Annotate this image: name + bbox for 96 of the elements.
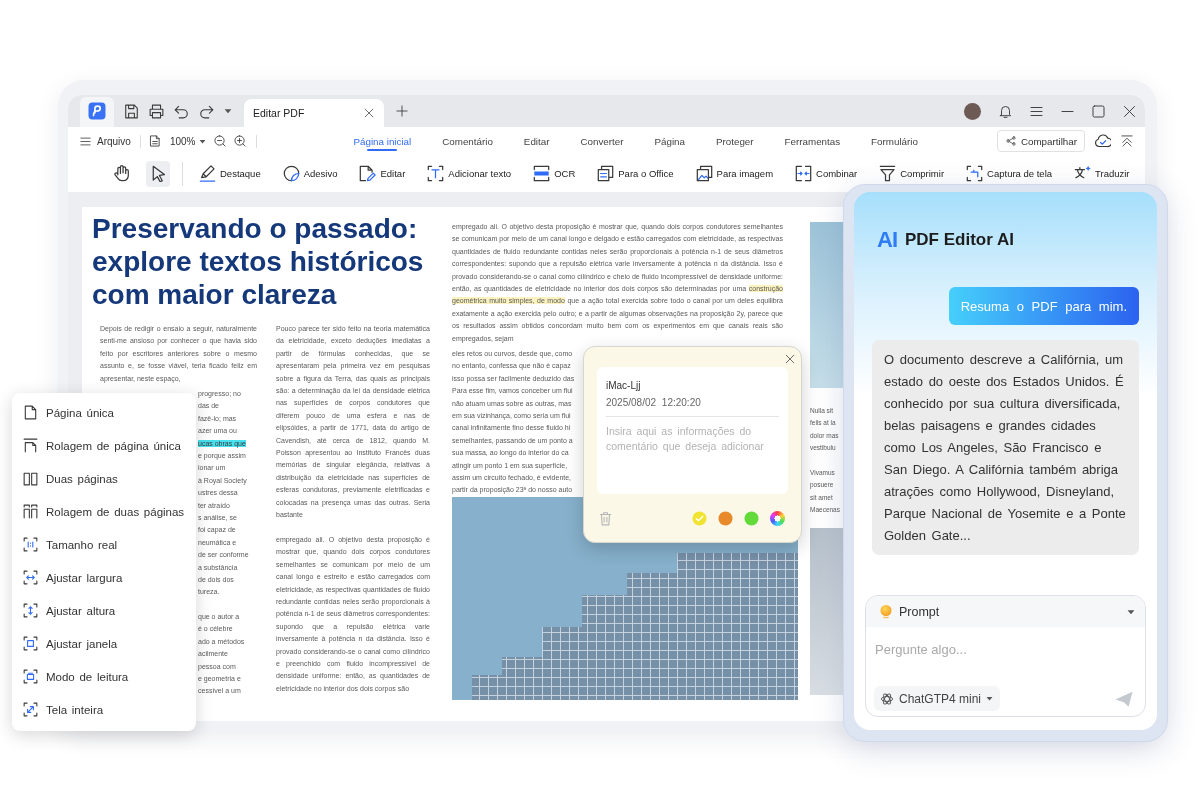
ribbon-tab[interactable]: Ferramentas	[784, 127, 841, 155]
scan-frame-icon	[533, 165, 551, 182]
menu-item[interactable]: Ajustar janela	[12, 627, 196, 660]
user-message: Resuma o PDF para mim.	[948, 287, 1139, 325]
spectrum-wheel-icon[interactable]	[770, 511, 785, 526]
bell-icon[interactable]	[999, 104, 1012, 118]
swatch-icon[interactable]	[692, 511, 707, 526]
document-tab[interactable]: Editar PDF	[244, 99, 384, 127]
menu-icon[interactable]	[1030, 104, 1043, 118]
printer-icon[interactable]	[149, 103, 164, 119]
highlighter-icon	[199, 165, 216, 182]
chevrons-up-icon[interactable]	[1121, 135, 1133, 147]
caret-icon	[986, 695, 994, 702]
ribbon-tab[interactable]: Converter	[580, 127, 624, 155]
sticker-icon	[282, 165, 300, 182]
fit-width-icon	[23, 570, 38, 585]
fit-height-icon	[23, 603, 38, 618]
image-icon	[695, 165, 713, 182]
close-icon[interactable]	[785, 354, 795, 364]
toolbar-button[interactable]: Combinar	[795, 165, 858, 182]
toolbar-button[interactable]: OCR	[533, 165, 576, 182]
caret-icon	[199, 137, 207, 145]
toolbar-button[interactable]: Adicionar texto	[427, 165, 512, 182]
fullscreen-icon	[23, 702, 38, 717]
zoom-level-dropdown[interactable]: 100%	[169, 135, 207, 147]
comment-timestamp: 2025/08/02 12:20:20	[606, 396, 702, 409]
atom-icon	[880, 691, 894, 706]
toolbar-button[interactable]: Adesivo	[282, 165, 338, 182]
text-frame-icon	[427, 165, 445, 182]
comment-field[interactable]: Insira aqui as informações do comentário que deseja adicionar	[597, 417, 788, 494]
toolbar-button[interactable]: Captura de tela	[966, 165, 1053, 182]
question-input[interactable]: Pergunte algo...	[875, 639, 1136, 659]
author-name: iMac-Ljj	[606, 379, 642, 392]
menu-item[interactable]: Tamanho real	[12, 528, 196, 561]
toolbar-button[interactable]: Editar	[359, 165, 406, 182]
toolbar-button[interactable]: Comprimir	[879, 165, 945, 182]
file-menu-button[interactable]: Arquivo	[80, 135, 131, 147]
tool-button[interactable]	[146, 160, 170, 187]
zoom-out-icon[interactable]	[214, 135, 227, 147]
toolbar-button[interactable]: Para imagem	[695, 165, 774, 182]
panel-title: PDF Editor AI	[905, 229, 1014, 251]
fit-window-icon	[23, 636, 38, 651]
document-icon[interactable]	[148, 135, 161, 147]
caret-icon	[1127, 607, 1135, 616]
close-icon[interactable]	[364, 108, 374, 118]
ribbon-tab[interactable]: Comentário	[442, 127, 493, 155]
menu-item[interactable]: Duas páginas	[12, 462, 196, 495]
scroll-page-icon	[23, 438, 38, 453]
reading-mode-icon	[23, 669, 38, 684]
share-button[interactable]: Compartilhar	[996, 130, 1085, 152]
hand-icon	[112, 165, 130, 182]
menu-item[interactable]: Rolagem de página única	[12, 429, 196, 462]
menu-item[interactable]: Ajustar altura	[12, 594, 196, 627]
share-icon	[1005, 136, 1016, 146]
avatar[interactable]	[964, 102, 981, 120]
menu-item[interactable]: Tela inteira	[12, 693, 196, 726]
menu-item[interactable]: Rolagem de duas páginas	[12, 495, 196, 528]
maximize-icon[interactable]	[1092, 104, 1105, 118]
document-pencil-icon	[359, 165, 377, 182]
pages-icon	[597, 165, 615, 182]
save-icon[interactable]	[124, 103, 139, 119]
ai-logo: AI	[877, 228, 897, 252]
plus-icon[interactable]	[396, 105, 408, 117]
ribbon-tab[interactable]: Proteger	[716, 127, 754, 155]
funnel-icon	[879, 165, 897, 182]
two-pages-icon	[23, 471, 38, 486]
menu-item[interactable]: Ajustar largura	[12, 561, 196, 594]
swatch-icon[interactable]	[744, 511, 759, 526]
menu-icon	[80, 135, 91, 147]
prompt-dropdown[interactable]: Prompt	[866, 596, 1145, 627]
scroll-two-pages-icon	[23, 504, 38, 519]
ribbon-tab[interactable]: Página	[654, 127, 685, 155]
toolbar-button[interactable]: Traduzir	[1074, 165, 1130, 182]
redo-icon[interactable]	[199, 103, 214, 119]
inward-arrows-icon	[795, 165, 813, 182]
cloud-check-icon[interactable]	[1095, 133, 1111, 149]
actual-size-icon	[23, 537, 38, 552]
document-title: Preservando o passado: explore textos históricos com maior clareza	[92, 212, 425, 311]
undo-icon[interactable]	[174, 103, 189, 119]
ribbon-tab[interactable]: Editar	[523, 127, 550, 155]
close-icon[interactable]	[1123, 104, 1136, 118]
caret-icon[interactable]	[224, 107, 232, 115]
page-icon	[23, 405, 38, 420]
ai-reply: O documento descreve a Califórnia, um estado do oeste dos Estados Unidos. É conhecido por sua cultura diversificada, belas paisagens e grandes cidades como Los Angeles, São Francisco e San Diego. A Califórnia também abriga atrações como Hollywood, Disneyland, Parque Nacional de Yosemite e a Ponte Golden Gate...	[872, 340, 1139, 555]
menu-item[interactable]: Modo de leitura	[12, 660, 196, 693]
ribbon-tab[interactable]: Página inicial	[353, 127, 412, 155]
zoom-in-icon[interactable]	[234, 135, 247, 147]
swatch-icon[interactable]	[718, 511, 733, 526]
light-bulb-icon	[880, 604, 892, 619]
app-logo-icon[interactable]	[80, 97, 114, 127]
model-dropdown[interactable]: ChatGTP4 mini	[874, 686, 1001, 711]
toolbar-button[interactable]: Destaque	[199, 165, 261, 182]
ribbon-tab[interactable]: Formulário	[871, 127, 918, 155]
menu-item[interactable]: Página única	[12, 396, 196, 429]
toolbar-button[interactable]: Para o Office	[597, 165, 674, 182]
crop-frame-icon	[966, 165, 984, 182]
